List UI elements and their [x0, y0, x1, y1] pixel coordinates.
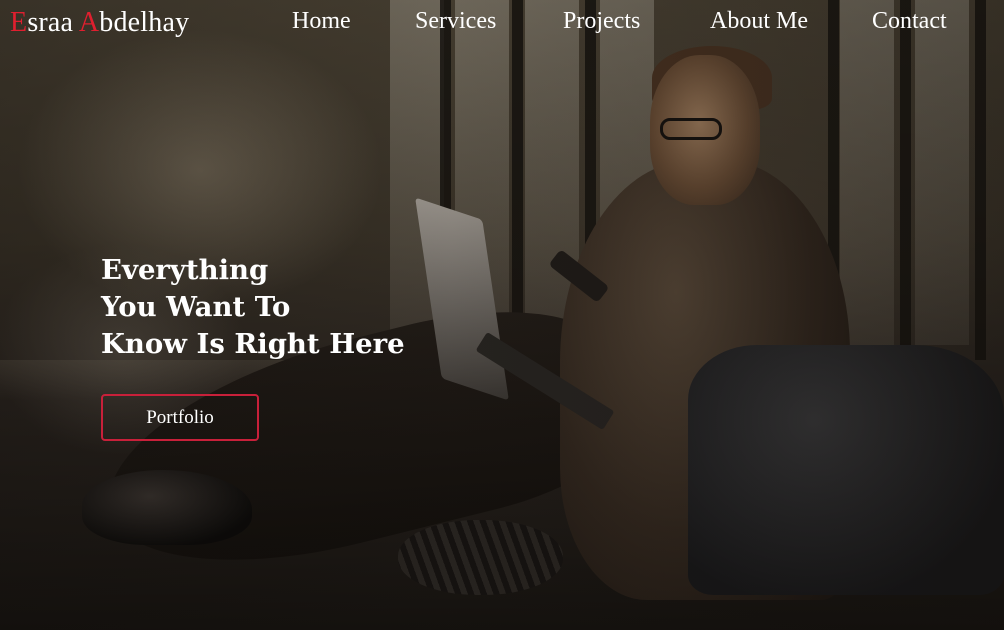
nav-about-me[interactable]: About Me: [710, 8, 808, 35]
hero-title-line: Everything: [101, 254, 269, 286]
hero-title: Everything You Want To Know Is Right Her…: [101, 252, 405, 363]
hero-title-line: Know Is Right Here: [101, 328, 405, 360]
hero-title-line: You Want To: [101, 291, 291, 323]
nav-contact[interactable]: Contact: [872, 8, 947, 35]
portfolio-button[interactable]: Portfolio: [101, 394, 259, 441]
nav-projects[interactable]: Projects: [563, 8, 640, 35]
nav-home[interactable]: Home: [292, 8, 351, 35]
portfolio-button-label: Portfolio: [146, 406, 214, 428]
main-navigation: Home Services Projects About Me Contact: [0, 8, 1004, 40]
nav-services[interactable]: Services: [415, 8, 496, 35]
